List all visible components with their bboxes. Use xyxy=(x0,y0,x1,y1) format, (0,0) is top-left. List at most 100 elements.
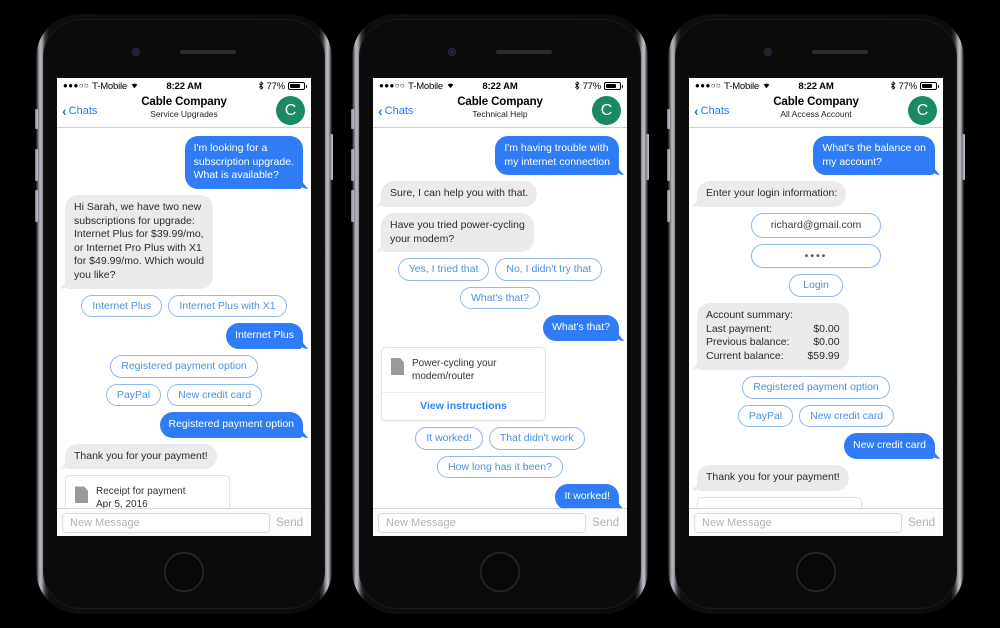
avatar[interactable]: C xyxy=(592,96,621,125)
earpiece-speaker xyxy=(812,50,868,54)
voldn-button[interactable] xyxy=(667,190,670,222)
quick-reply-chip[interactable]: PayPal xyxy=(737,404,794,428)
message-composer: New Message Send xyxy=(689,508,943,536)
email-field[interactable]: richard@gmail.com xyxy=(751,212,881,238)
quick-reply-chip[interactable]: Internet Plus xyxy=(81,294,163,318)
quick-reply-chip[interactable]: Registered payment option xyxy=(110,355,258,378)
battery-percent: 77% xyxy=(898,80,918,92)
status-time: 8:22 AM xyxy=(482,80,518,92)
outgoing-message: Registered payment option xyxy=(159,412,303,438)
send-button[interactable]: Send xyxy=(908,517,938,529)
quick-reply-chip[interactable]: It worked! xyxy=(415,427,483,450)
message-row: Have you tried power-cycling your modem? xyxy=(381,212,619,253)
summary-row-label: Current balance: xyxy=(706,350,784,363)
phone-screen: ●●●○○ T-Mobile 8:22 AM 77% ‹ Chats Cable Compa… xyxy=(373,78,627,536)
file-card-subtitle: modem/router xyxy=(412,371,475,383)
status-time: 8:22 AM xyxy=(798,80,834,92)
phone-screen: ●●●○○ T-Mobile 8:22 AM 77% ‹ Chats Cable Compa… xyxy=(689,78,943,536)
quick-reply-row: It worked! That didn't work xyxy=(381,427,619,450)
wifi-icon xyxy=(446,81,455,91)
conversation-list: What's the balance on my account? Enter y… xyxy=(689,128,943,508)
document-icon xyxy=(391,358,404,376)
quick-reply-chip[interactable]: New credit card xyxy=(167,383,263,407)
message-input[interactable]: New Message xyxy=(378,512,587,533)
back-button[interactable]: ‹ Chats xyxy=(378,104,413,118)
home-button[interactable] xyxy=(480,552,520,592)
silence-button[interactable] xyxy=(351,109,354,129)
voldn-button[interactable] xyxy=(351,190,354,222)
message-input[interactable]: New Message xyxy=(694,512,903,533)
status-bar: ●●●○○ T-Mobile 8:22 AM 77% xyxy=(57,78,311,94)
quick-reply-chip[interactable]: How long has it been? xyxy=(437,455,563,479)
message-row: Thank you for your payment! xyxy=(697,464,935,491)
message-row: Power-cycling your modem/router View instr… xyxy=(381,347,619,422)
bluetooth-icon xyxy=(890,80,896,92)
quick-reply-row: PayPal New credit card xyxy=(65,383,303,407)
send-button[interactable]: Send xyxy=(592,517,622,529)
status-bar-left: ●●●○○ T-Mobile xyxy=(379,81,482,92)
file-card-subtitle: Apr 5, 2016 xyxy=(96,499,148,508)
file-card-header: Receipt for payment Apr 5, 2016 xyxy=(66,476,229,508)
avatar[interactable]: C xyxy=(276,96,305,125)
front-camera xyxy=(764,48,772,56)
silence-button[interactable] xyxy=(35,109,38,129)
home-button[interactable] xyxy=(164,552,204,592)
message-row: Registered payment option xyxy=(65,412,303,438)
screenshot-stage: ●●●○○ T-Mobile 8:22 AM 77% ‹ Chats Cable Compa… xyxy=(0,0,1000,628)
silence-button[interactable] xyxy=(667,109,670,129)
voldn-button[interactable] xyxy=(35,190,38,222)
message-row: Sure, I can help you with that. xyxy=(381,181,619,207)
phone-body: ●●●○○ T-Mobile 8:22 AM 77% ‹ Chats Cable Compa… xyxy=(675,19,957,609)
file-card[interactable] xyxy=(697,496,862,508)
bluetooth-icon xyxy=(574,80,580,92)
quick-reply-chip[interactable]: Login xyxy=(789,274,843,297)
incoming-message: Enter your login information: xyxy=(697,181,847,207)
quick-reply-row: Yes, I tried that No, I didn't try that xyxy=(381,258,619,281)
nav-bar: ‹ Chats Cable Company All Access Account C xyxy=(689,94,943,128)
battery-icon xyxy=(920,82,940,90)
carrier-label: T-Mobile xyxy=(408,80,443,92)
conversation-list: I'm looking for a subscription upgrade. … xyxy=(57,128,311,508)
outgoing-message: New credit card xyxy=(844,433,935,459)
battery-percent: 77% xyxy=(266,80,286,92)
signal-strength-icon: ●●●○○ xyxy=(379,81,406,90)
volup-button[interactable] xyxy=(35,149,38,181)
power-button[interactable] xyxy=(646,134,649,180)
summary-heading: Account summary: xyxy=(706,308,793,321)
message-input[interactable]: New Message xyxy=(62,512,271,533)
power-button[interactable] xyxy=(962,134,965,180)
wifi-icon xyxy=(130,81,139,91)
send-button[interactable]: Send xyxy=(276,517,306,529)
file-card-header xyxy=(698,498,861,508)
volup-button[interactable] xyxy=(351,149,354,181)
message-composer: New Message Send xyxy=(57,508,311,536)
power-button[interactable] xyxy=(330,134,333,180)
quick-reply-chip[interactable]: That didn't work xyxy=(488,427,585,450)
file-card[interactable]: Receipt for payment Apr 5, 2016 xyxy=(65,475,230,508)
chevron-left-icon: ‹ xyxy=(694,102,699,119)
back-button[interactable]: ‹ Chats xyxy=(694,104,729,118)
phone-screen: ●●●○○ T-Mobile 8:22 AM 77% ‹ Chats Cable Compa… xyxy=(57,78,311,536)
back-button[interactable]: ‹ Chats xyxy=(62,104,97,118)
quick-reply-chip[interactable]: New credit card xyxy=(799,404,895,428)
password-field[interactable]: •••• xyxy=(751,243,881,269)
file-card-text: Receipt for payment Apr 5, 2016 xyxy=(96,485,186,508)
quick-reply-chip[interactable]: No, I didn't try that xyxy=(495,258,603,281)
quick-reply-chip[interactable]: Yes, I tried that xyxy=(397,258,490,281)
message-row: What's the balance on my account? xyxy=(697,136,935,176)
quick-reply-chip[interactable]: Internet Plus with X1 xyxy=(168,294,287,318)
quick-reply-chip[interactable]: PayPal xyxy=(105,383,162,407)
status-time: 8:22 AM xyxy=(166,80,202,92)
file-card[interactable]: Power-cycling your modem/router View instr… xyxy=(381,347,546,422)
avatar[interactable]: C xyxy=(908,96,937,125)
file-card-text: Power-cycling your modem/router xyxy=(412,357,496,383)
quick-reply-chip[interactable]: Registered payment option xyxy=(742,376,890,399)
outgoing-message: What's the balance on my account? xyxy=(813,136,935,176)
home-button[interactable] xyxy=(796,552,836,592)
status-bar-right: 77% xyxy=(202,80,308,92)
account-summary-grid: Account summary: Last payment: $0.00 Previo… xyxy=(706,309,840,364)
quick-reply-chip[interactable]: What's that? xyxy=(459,286,541,310)
message-row xyxy=(697,496,935,508)
view-instructions-link[interactable]: View instructions xyxy=(382,392,545,420)
volup-button[interactable] xyxy=(667,149,670,181)
